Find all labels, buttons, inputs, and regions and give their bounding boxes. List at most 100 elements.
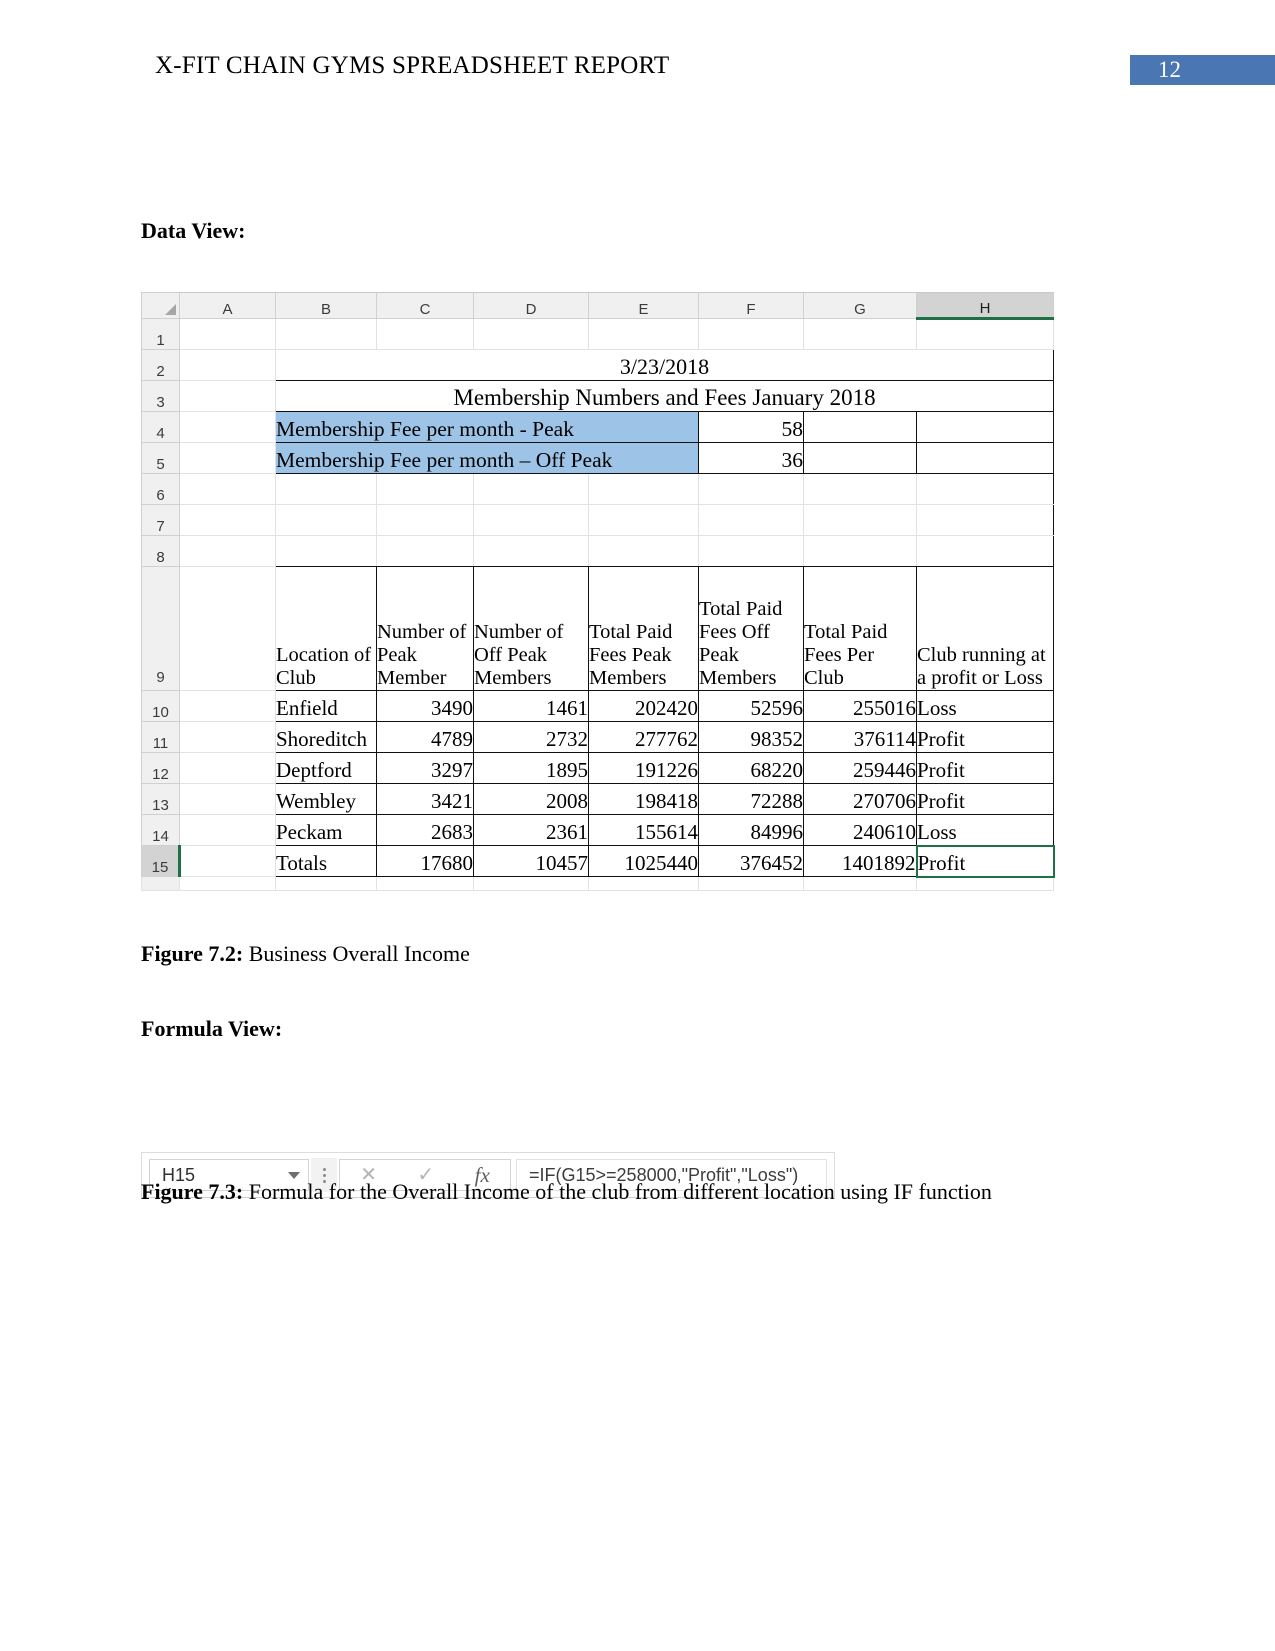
chevron-down-icon[interactable] xyxy=(288,1171,300,1179)
cell-c6[interactable] xyxy=(376,473,474,505)
cell-h11-status[interactable]: Profit xyxy=(916,721,1054,753)
cell-f6[interactable] xyxy=(698,473,804,505)
row-header-7[interactable]: 7 xyxy=(141,504,180,536)
cell-a3[interactable] xyxy=(179,380,276,412)
cell-b6[interactable] xyxy=(275,473,377,505)
cell-c13-peak[interactable]: 3421 xyxy=(376,783,474,815)
row-header-13[interactable]: 13 xyxy=(141,783,180,815)
row-header-4[interactable]: 4 xyxy=(141,411,180,443)
cell-f14-fees-offpeak[interactable]: 84996 xyxy=(698,814,804,846)
cell-c10-peak[interactable]: 3490 xyxy=(376,690,474,722)
cell-a14[interactable] xyxy=(179,814,276,846)
cell-a13[interactable] xyxy=(179,783,276,815)
cell-a2[interactable] xyxy=(179,349,276,381)
cell-f8[interactable] xyxy=(698,535,804,567)
cell-d15-total-offpeak[interactable]: 10457 xyxy=(473,845,589,877)
cell-g1[interactable] xyxy=(803,318,917,350)
row-header-8[interactable]: 8 xyxy=(141,535,180,567)
row-header-6[interactable]: 6 xyxy=(141,473,180,505)
table-header-fees-peak[interactable]: Total Paid Fees Peak Members xyxy=(588,566,699,691)
cell-h16[interactable] xyxy=(916,876,1054,891)
cell-g10-fees-total[interactable]: 255016 xyxy=(803,690,917,722)
cell-merged-fee-offpeak-label[interactable]: Membership Fee per month – Off Peak xyxy=(275,442,699,474)
cell-h1[interactable] xyxy=(916,318,1054,350)
cell-f7[interactable] xyxy=(698,504,804,536)
row-header-3[interactable]: 3 xyxy=(141,380,180,412)
cell-f13-fees-offpeak[interactable]: 72288 xyxy=(698,783,804,815)
table-header-profit-loss[interactable]: Club running at a profit or Loss xyxy=(916,566,1054,691)
cell-f5-fee-offpeak-value[interactable]: 36 xyxy=(698,442,804,474)
select-all-corner[interactable] xyxy=(141,292,180,319)
column-header-b[interactable]: B xyxy=(275,292,377,319)
cell-e14-fees-peak[interactable]: 155614 xyxy=(588,814,699,846)
cell-c1[interactable] xyxy=(376,318,474,350)
cell-h15-status-selected[interactable]: Profit xyxy=(915,844,1055,878)
cell-f16[interactable] xyxy=(698,876,804,891)
cell-f11-fees-offpeak[interactable]: 98352 xyxy=(698,721,804,753)
row-header-1[interactable]: 1 xyxy=(141,318,180,350)
cell-a15[interactable] xyxy=(179,845,276,877)
cell-d8[interactable] xyxy=(473,535,589,567)
cell-h4[interactable] xyxy=(916,411,1054,443)
cell-c8[interactable] xyxy=(376,535,474,567)
cell-b12-location[interactable]: Deptford xyxy=(275,752,377,784)
cell-merged-title-date[interactable]: 3/23/2018 xyxy=(275,349,1054,381)
cell-g7[interactable] xyxy=(803,504,917,536)
cell-c16[interactable] xyxy=(376,876,474,891)
cell-b7[interactable] xyxy=(275,504,377,536)
cell-e15-total-fees-peak[interactable]: 1025440 xyxy=(588,845,699,877)
column-header-c[interactable]: C xyxy=(376,292,474,319)
cell-g15-total-fees-total[interactable]: 1401892 xyxy=(803,845,917,877)
cell-d10-offpeak[interactable]: 1461 xyxy=(473,690,589,722)
cell-g5[interactable] xyxy=(803,442,917,474)
cell-c14-peak[interactable]: 2683 xyxy=(376,814,474,846)
cell-h6[interactable] xyxy=(916,473,1054,505)
cell-b11-location[interactable]: Shoreditch xyxy=(275,721,377,753)
row-header-2[interactable]: 2 xyxy=(141,349,180,381)
cell-c7[interactable] xyxy=(376,504,474,536)
table-header-fees-offpeak[interactable]: Total Paid Fees Off Peak Members xyxy=(698,566,804,691)
cell-f10-fees-offpeak[interactable]: 52596 xyxy=(698,690,804,722)
column-header-d[interactable]: D xyxy=(473,292,589,319)
cell-b8[interactable] xyxy=(275,535,377,567)
cell-merged-title-main[interactable]: Membership Numbers and Fees January 2018 xyxy=(275,380,1054,412)
cell-e11-fees-peak[interactable]: 277762 xyxy=(588,721,699,753)
cell-f12-fees-offpeak[interactable]: 68220 xyxy=(698,752,804,784)
cell-g13-fees-total[interactable]: 270706 xyxy=(803,783,917,815)
cell-a9[interactable] xyxy=(179,566,276,691)
cell-e12-fees-peak[interactable]: 191226 xyxy=(588,752,699,784)
cell-f1[interactable] xyxy=(698,318,804,350)
cell-h14-status[interactable]: Loss xyxy=(916,814,1054,846)
cell-b1[interactable] xyxy=(275,318,377,350)
cell-a16[interactable] xyxy=(179,876,276,891)
cell-a11[interactable] xyxy=(179,721,276,753)
column-header-e[interactable]: E xyxy=(588,292,699,319)
cell-a12[interactable] xyxy=(179,752,276,784)
cell-d12-offpeak[interactable]: 1895 xyxy=(473,752,589,784)
cell-g8[interactable] xyxy=(803,535,917,567)
cell-e8[interactable] xyxy=(588,535,699,567)
cell-c12-peak[interactable]: 3297 xyxy=(376,752,474,784)
cell-b10-location[interactable]: Enfield xyxy=(275,690,377,722)
cell-g14-fees-total[interactable]: 240610 xyxy=(803,814,917,846)
row-header-partial[interactable] xyxy=(141,876,180,891)
cell-b13-location[interactable]: Wembley xyxy=(275,783,377,815)
cell-h5[interactable] xyxy=(916,442,1054,474)
cell-d7[interactable] xyxy=(473,504,589,536)
row-header-9[interactable]: 9 xyxy=(141,566,180,691)
column-header-g[interactable]: G xyxy=(803,292,917,319)
cell-d1[interactable] xyxy=(473,318,589,350)
cell-d13-offpeak[interactable]: 2008 xyxy=(473,783,589,815)
cell-c15-total-peak[interactable]: 17680 xyxy=(376,845,474,877)
cell-g11-fees-total[interactable]: 376114 xyxy=(803,721,917,753)
row-header-11[interactable]: 11 xyxy=(141,721,180,753)
table-header-location[interactable]: Location of Club xyxy=(275,566,377,691)
cell-a6[interactable] xyxy=(179,473,276,505)
table-header-offpeak-members[interactable]: Number of Off Peak Members xyxy=(473,566,589,691)
cell-h7[interactable] xyxy=(916,504,1054,536)
row-header-15[interactable]: 15 xyxy=(141,845,181,877)
cell-d11-offpeak[interactable]: 2732 xyxy=(473,721,589,753)
cell-e1[interactable] xyxy=(588,318,699,350)
cell-h10-status[interactable]: Loss xyxy=(916,690,1054,722)
cell-h13-status[interactable]: Profit xyxy=(916,783,1054,815)
